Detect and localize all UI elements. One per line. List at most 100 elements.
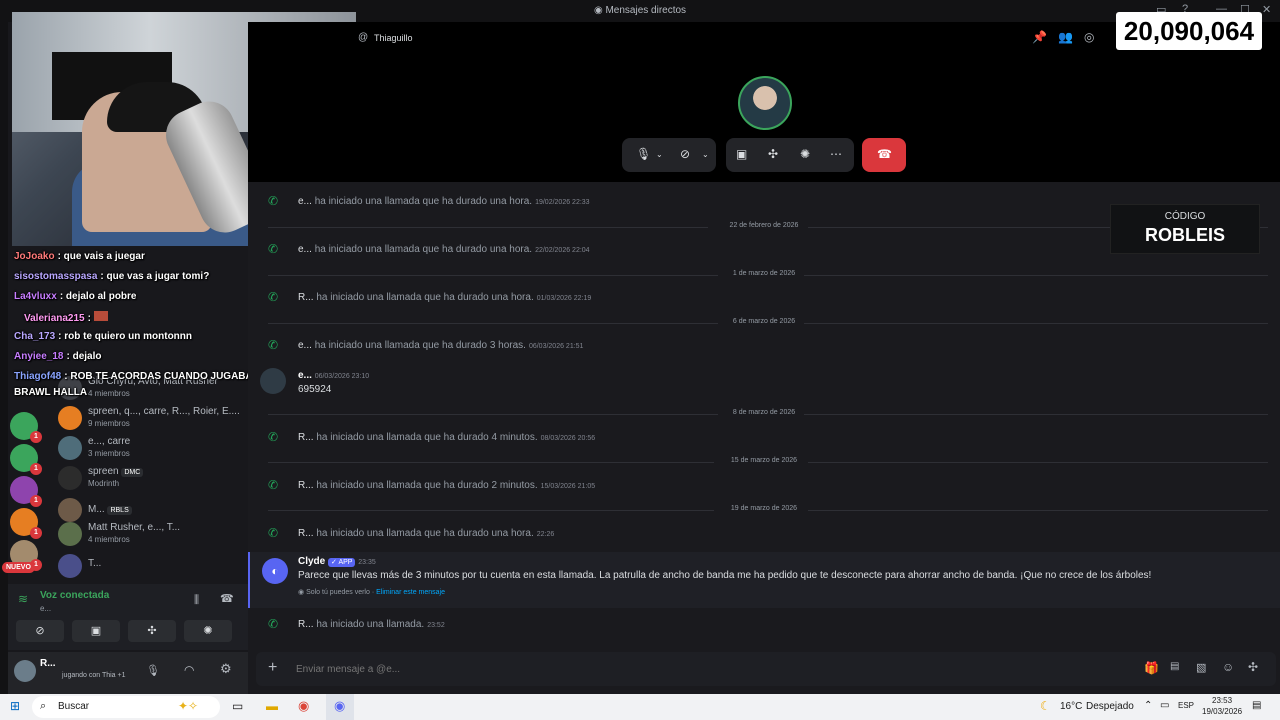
dm-item[interactable]: spreen, q..., carre, R..., Roier, E.... …	[58, 404, 248, 434]
language-indicator[interactable]: ESP	[1178, 701, 1194, 710]
mic-control[interactable]: 🎙 ⌄ ⊘ ⌄	[622, 138, 716, 172]
chat-line: JoJoako: que vais a juegar	[14, 251, 145, 262]
add-attachment-icon[interactable]: +	[268, 659, 277, 677]
avatar[interactable]	[260, 368, 286, 394]
notifications-icon[interactable]: ▤	[1252, 700, 1261, 711]
promo-code-overlay: CÓDIGO ROBLEIS	[1110, 204, 1260, 254]
dm-subtitle: Modrinth	[88, 479, 120, 488]
phone-icon: ✆	[268, 526, 279, 540]
activities-button[interactable]: ✣	[128, 620, 176, 642]
server-icon[interactable]: 1	[10, 476, 42, 507]
avatar[interactable]	[14, 660, 36, 682]
server-icon[interactable]: 1	[10, 412, 42, 443]
noise-suppression-icon[interactable]: ⫼	[194, 594, 199, 607]
avatar	[58, 466, 82, 490]
dm-item[interactable]: e..., carre 3 miembros	[58, 434, 248, 464]
dm-item[interactable]: Matt Rusher, e..., T... 4 miembros	[58, 520, 248, 550]
hang-up-button[interactable]: ☎	[862, 138, 906, 172]
clyde-avatar[interactable]: ◐	[262, 558, 288, 584]
microphone-icon[interactable]: 🎙	[636, 147, 651, 161]
dm-subtitle: 3 miembros	[88, 449, 130, 458]
gif-icon[interactable]: ▤	[1170, 661, 1179, 672]
chevron-down-icon[interactable]: ⌄	[702, 150, 709, 159]
sparkle-icon: ✦✧	[178, 699, 199, 713]
more-icon[interactable]: ⋯	[830, 147, 842, 161]
message-input[interactable]	[296, 660, 1096, 678]
voice-panel: ≋ Voz conectada e... ⫼ ☎ ⊘ ▣ ✣ ✺	[8, 584, 248, 650]
microphone-icon[interactable]: 🎙	[146, 664, 160, 677]
settings-gear-icon[interactable]: ⚙	[220, 661, 232, 677]
discord-taskbar-icon[interactable]: ◉	[334, 698, 345, 714]
dm-name: e..., carre	[88, 436, 131, 447]
windows-start-icon[interactable]: ⊞	[10, 699, 20, 713]
server-tag: DMC	[121, 468, 144, 477]
only-you-note: Solo tú puedes verlo	[306, 589, 370, 596]
message-body: Parece que llevas más de 3 minutos por t…	[298, 570, 1152, 581]
voice-channel[interactable]: e...	[40, 604, 51, 613]
weather-desc[interactable]: Despejado	[1086, 701, 1134, 712]
unread-badge: 1	[30, 495, 42, 507]
file-explorer-icon[interactable]: ▬	[266, 699, 278, 713]
actions-control[interactable]: ▣ ✣ ✺ ⋯	[726, 138, 854, 172]
server-icon[interactable]: 1	[10, 444, 42, 475]
promo-label: CÓDIGO	[1164, 211, 1206, 222]
dm-subtitle: 9 miembros	[88, 419, 130, 428]
screen-share-button[interactable]: ▣	[72, 620, 120, 642]
phone-icon: ✆	[268, 617, 279, 631]
headphones-icon[interactable]: ◠	[184, 663, 194, 677]
task-view-icon[interactable]: ▭	[232, 699, 243, 713]
date-divider: 8 de marzo de 2026	[248, 409, 1280, 419]
soundboard-button[interactable]: ✺	[184, 620, 232, 642]
chrome-icon[interactable]: ◉	[298, 698, 309, 714]
participant-avatar[interactable]	[738, 76, 792, 130]
clock-time[interactable]: 23:53	[1212, 696, 1232, 705]
author-name[interactable]: e...	[298, 370, 312, 381]
server-rail	[0, 22, 8, 694]
sticker-icon[interactable]: ▧	[1196, 661, 1206, 674]
server-icon[interactable]: 1	[10, 508, 42, 539]
emote-icon	[93, 311, 108, 321]
camera-button[interactable]: ⊘	[16, 620, 64, 642]
message-time: 23:35	[358, 559, 376, 566]
chat-line: La4vluxx: dejalo al pobre	[14, 291, 137, 302]
activities-icon[interactable]: ✣	[768, 147, 778, 161]
emoji-icon[interactable]: ☺	[1222, 660, 1234, 674]
soundboard-icon[interactable]: ✺	[800, 147, 810, 161]
avatar	[58, 436, 82, 460]
user-panel: R... jugando con Thia +1 🎙 ◠ ⚙	[8, 652, 248, 694]
dm-subtitle: 4 miembros	[88, 389, 130, 398]
message-body: 695924	[298, 384, 332, 395]
chevron-down-icon[interactable]: ⌄	[656, 150, 663, 159]
voice-status: Voz conectada	[40, 590, 110, 601]
message-header: e... 06/03/2026 23:10	[298, 370, 369, 381]
taskbar-search[interactable]: ⌕ Buscar ✦✧	[32, 696, 220, 718]
search-label: Buscar	[58, 701, 90, 712]
dm-item[interactable]: T...	[58, 552, 248, 582]
weather-icon: ☾	[1040, 699, 1051, 713]
eye-icon: ◉	[298, 589, 307, 596]
pin-icon[interactable]: 📌	[1032, 30, 1047, 44]
screen-share-icon[interactable]: ▣	[736, 147, 747, 161]
dismiss-message-link[interactable]: Eliminar este mensaje	[376, 589, 445, 596]
add-friend-icon[interactable]: 👥	[1058, 30, 1073, 44]
dm-item[interactable]: spreen DMC Modrinth	[58, 464, 248, 494]
apps-icon[interactable]: ✣	[1248, 660, 1258, 674]
disconnect-icon[interactable]: ☎	[220, 592, 234, 605]
channel-name: Thiaguillo	[374, 33, 413, 43]
date-divider: 19 de marzo de 2026	[248, 505, 1280, 515]
author-name[interactable]: Clyde	[298, 556, 325, 567]
camera-off-icon[interactable]: ⊘	[680, 147, 690, 161]
network-icon[interactable]: ▭	[1160, 700, 1169, 711]
weather-temp[interactable]: 16°C	[1060, 701, 1082, 712]
chevron-up-icon[interactable]: ⌃	[1144, 700, 1152, 711]
clock-date[interactable]: 19/03/2026	[1202, 707, 1242, 716]
chat-line: Valeriana215:	[24, 311, 108, 324]
phone-icon: ✆	[268, 430, 279, 444]
phone-icon: ✆	[268, 478, 279, 492]
avatar	[58, 554, 82, 578]
date-divider: 6 de marzo de 2026	[248, 318, 1280, 328]
gift-icon[interactable]: 🎁	[1144, 661, 1159, 675]
profile-icon[interactable]: ◎	[1084, 30, 1094, 44]
close-button[interactable]: ✕	[1262, 3, 1271, 16]
signal-icon: ≋	[18, 592, 29, 606]
